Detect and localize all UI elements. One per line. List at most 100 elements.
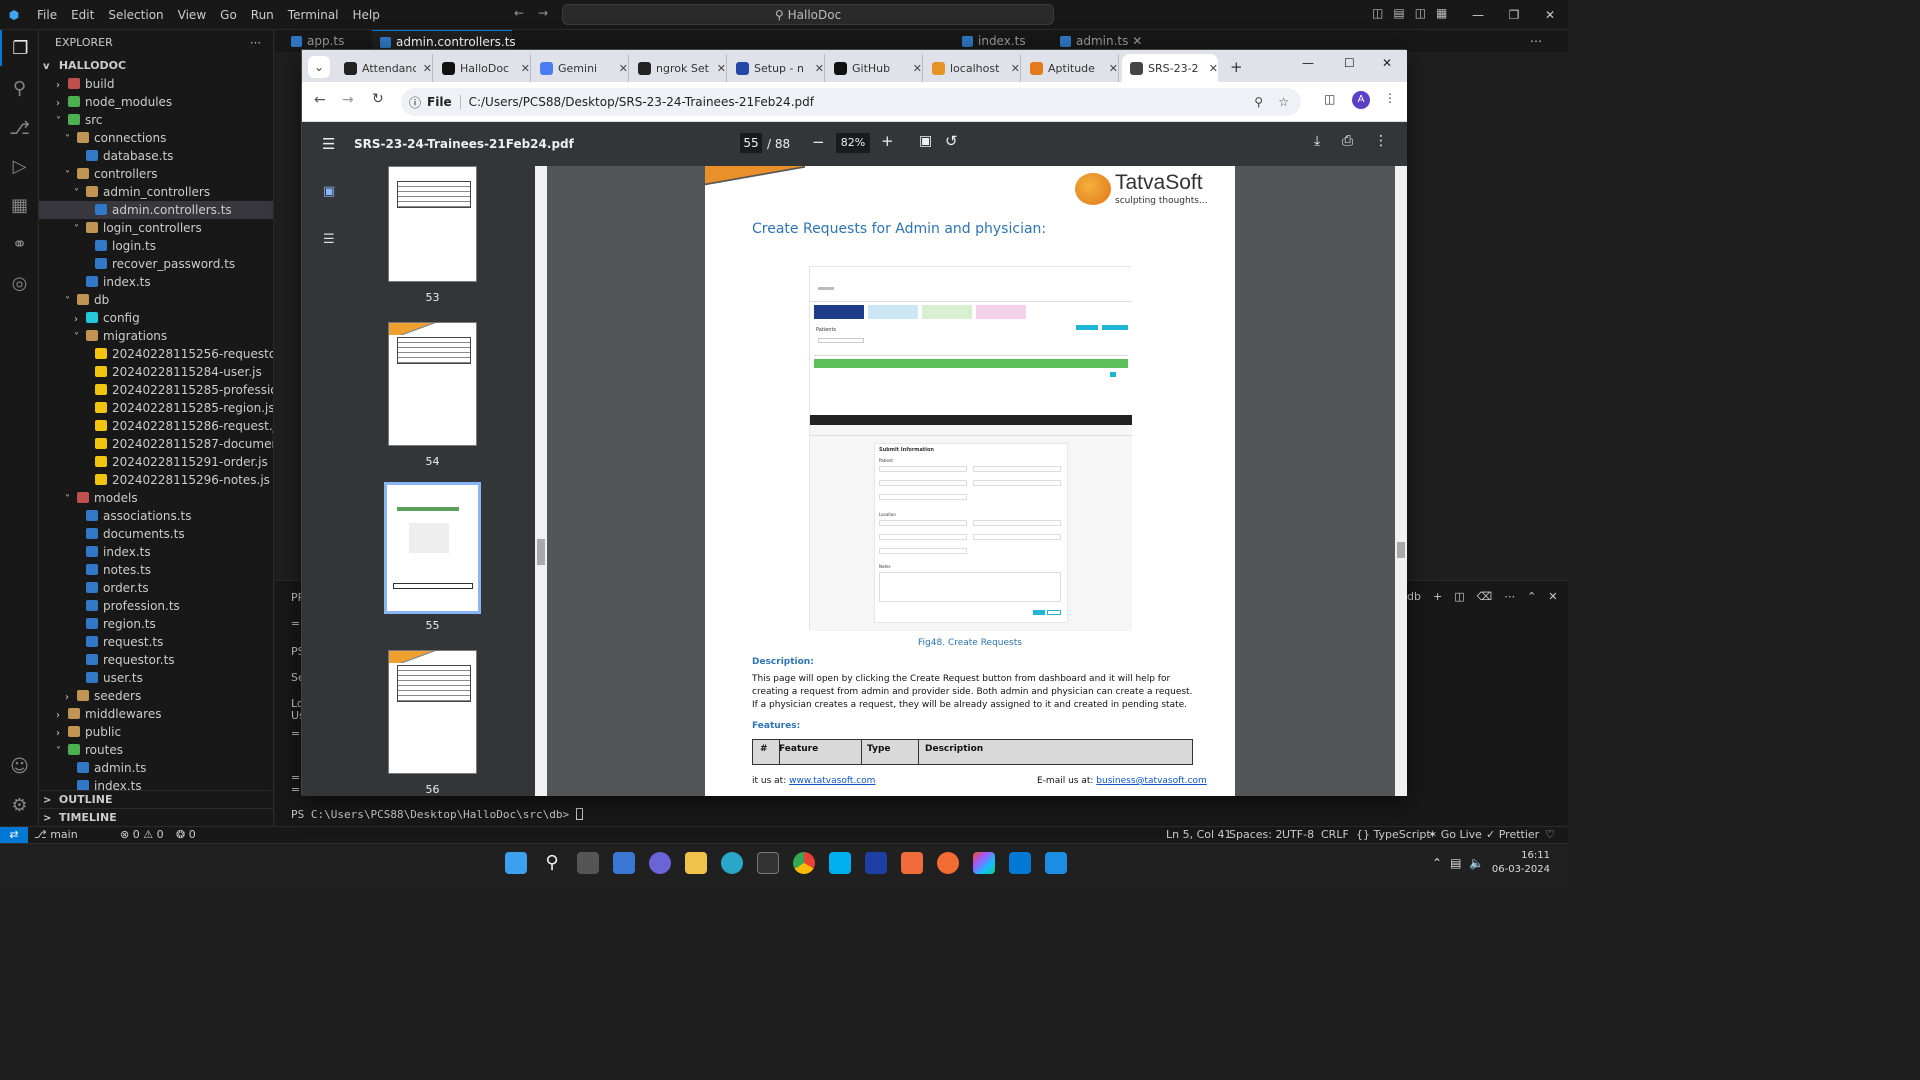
outline-section[interactable]: > OUTLINE [39, 790, 273, 808]
tree-file[interactable]: admin.controllers.ts [39, 201, 273, 219]
customize-layout-icon[interactable]: ▦ [1436, 6, 1447, 20]
close-tab-icon[interactable]: ✕ [1011, 62, 1020, 75]
hamburger-menu-icon[interactable]: ☰ [322, 135, 335, 153]
menu-item[interactable]: View [171, 0, 213, 30]
page-thumbnail[interactable] [388, 322, 477, 446]
back-arrow-icon[interactable]: ← [314, 92, 326, 108]
tree-file[interactable]: index.ts [39, 543, 273, 561]
menu-item[interactable]: File [30, 0, 64, 30]
docker-icon[interactable]: ◎ [0, 265, 39, 301]
bell-icon[interactable]: ♡ [1545, 827, 1555, 843]
close-tab-icon[interactable]: ✕ [1209, 62, 1218, 75]
tree-file[interactable]: region.ts [39, 615, 273, 633]
volume-icon[interactable]: 🔈 [1469, 856, 1484, 870]
zoom-icon[interactable]: ⚲ [1254, 95, 1263, 109]
terminal-prompt[interactable]: PS C:\Users\PCS88\Desktop\HalloDoc\src\d… [291, 808, 583, 821]
print-icon[interactable]: ⎙ [1342, 133, 1353, 149]
problems-status[interactable]: ⊗ 0 ⚠ 0 [120, 827, 164, 843]
close-icon[interactable]: ✕ [1132, 34, 1142, 48]
outline-view-icon[interactable]: ☰ [323, 232, 335, 247]
postman-like-icon[interactable] [901, 852, 923, 874]
close-tab-icon[interactable]: ✕ [913, 62, 922, 75]
tree-file[interactable]: recover_password.ts [39, 255, 273, 273]
close-tab-icon[interactable]: ✕ [619, 62, 628, 75]
tree-folder[interactable]: ˅ connections [39, 129, 273, 147]
tree-folder[interactable]: ˅ db [39, 291, 273, 309]
tree-file[interactable]: index.ts [39, 273, 273, 291]
search-icon[interactable]: ⚲ [541, 852, 563, 874]
toggle-secondary-sidebar-icon[interactable]: ◫ [1415, 6, 1426, 20]
tree-file[interactable]: documents.ts [39, 525, 273, 543]
menu-item[interactable]: Help [346, 0, 387, 30]
encoding[interactable]: UTF-8 [1282, 827, 1314, 843]
network-icon[interactable]: ▤ [1450, 856, 1461, 870]
indentation[interactable]: Spaces: 2 [1229, 827, 1282, 843]
figma-icon[interactable] [973, 852, 995, 874]
file-explorer-icon[interactable] [685, 852, 707, 874]
add-terminal-icon[interactable]: + [1433, 590, 1442, 603]
profile-avatar[interactable]: A [1352, 91, 1370, 109]
tree-folder[interactable]: ˅ controllers [39, 165, 273, 183]
chrome-icon[interactable] [793, 852, 815, 874]
forward-arrow-icon[interactable]: → [342, 92, 354, 108]
explorer-icon[interactable]: ❐ [0, 30, 39, 66]
source-control-icon[interactable]: ⎇ [0, 110, 39, 146]
tree-folder[interactable]: ˅ routes [39, 741, 273, 759]
more-actions-icon[interactable]: ⋯ [1504, 590, 1515, 603]
minimize-icon[interactable]: — [1460, 0, 1496, 30]
tree-file[interactable]: 20240228115285-region.js [39, 399, 273, 417]
tree-file[interactable]: login.ts [39, 237, 273, 255]
close-icon[interactable]: ✕ [1548, 590, 1557, 603]
tree-folder[interactable]: ˅ login_controllers [39, 219, 273, 237]
tree-file[interactable]: 20240228115285-profession.js [39, 381, 273, 399]
tree-file[interactable]: 20240228115284-user.js [39, 363, 273, 381]
tree-folder[interactable]: › build [39, 75, 273, 93]
close-tab-icon[interactable]: ✕ [423, 62, 432, 75]
menu-item[interactable]: Go [213, 0, 244, 30]
side-panel-icon[interactable]: ◫ [1324, 92, 1335, 106]
close-tab-icon[interactable]: ✕ [717, 62, 726, 75]
vscode-icon[interactable] [1009, 852, 1031, 874]
widgets-icon[interactable] [613, 852, 635, 874]
rotate-icon[interactable]: ↺ [945, 132, 958, 150]
zoom-in-icon[interactable]: + [881, 132, 894, 150]
menu-item[interactable]: Run [244, 0, 281, 30]
tree-file[interactable]: requestor.ts [39, 651, 273, 669]
bookmark-star-icon[interactable]: ☆ [1278, 95, 1289, 109]
maximize-icon[interactable]: ☐ [1344, 56, 1355, 70]
eol[interactable]: CRLF [1321, 827, 1349, 843]
tree-file[interactable]: 20240228115296-notes.js [39, 471, 273, 489]
tree-file[interactable]: database.ts [39, 147, 273, 165]
task-view-icon[interactable] [577, 852, 599, 874]
close-icon[interactable]: ✕ [1382, 56, 1392, 70]
close-tab-icon[interactable]: ✕ [521, 62, 530, 75]
tab-search-icon[interactable]: ⌄ [308, 56, 330, 78]
skype-icon[interactable] [829, 852, 851, 874]
chrome-tab[interactable]: Aptitude ✕ [1022, 54, 1119, 82]
start-icon[interactable] [505, 852, 527, 874]
chrome-tab[interactable]: GitHub ✕ [826, 54, 923, 82]
tree-folder[interactable]: ˅ migrations [39, 327, 273, 345]
pdf-scrollbar[interactable] [1395, 166, 1407, 796]
zoom-out-icon[interactable]: − [812, 133, 825, 151]
thumbnails-view-icon[interactable]: ▣ [323, 184, 335, 199]
git-graph-icon[interactable]: ⚭ [0, 226, 39, 262]
page-thumbnail-active[interactable] [384, 482, 481, 614]
timeline-section[interactable]: > TIMELINE [39, 808, 273, 826]
menu-item[interactable]: Selection [101, 0, 170, 30]
tree-file[interactable]: admin.ts [39, 759, 273, 777]
tree-file[interactable]: user.ts [39, 669, 273, 687]
tree-folder[interactable]: › node_modules [39, 93, 273, 111]
more-actions-icon[interactable]: ⋮ [1374, 133, 1388, 149]
trash-icon[interactable]: ⌫ [1477, 590, 1493, 603]
tree-folder[interactable]: ˅ src [39, 111, 273, 129]
tree-file[interactable]: notes.ts [39, 561, 273, 579]
close-tab-icon[interactable]: ✕ [1109, 62, 1118, 75]
chrome-tab[interactable]: ngrok Set ✕ [630, 54, 727, 82]
run-debug-icon[interactable]: ▷ [0, 148, 39, 184]
ports-status[interactable]: ❂ 0 [176, 827, 196, 843]
tree-file[interactable]: order.ts [39, 579, 273, 597]
address-bar[interactable]: ⓘ File C:/Users/PCS88/Desktop/SRS-23-24-… [401, 88, 1301, 116]
tree-folder[interactable]: › seeders [39, 687, 273, 705]
tree-file[interactable]: associations.ts [39, 507, 273, 525]
